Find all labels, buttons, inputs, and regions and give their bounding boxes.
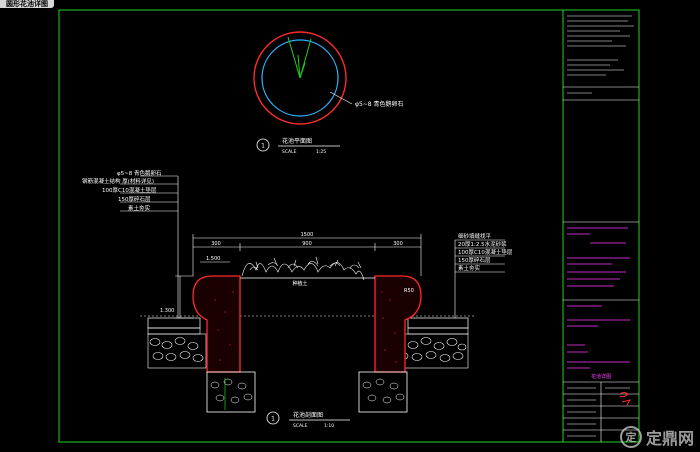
plan-scale-label: SCALE xyxy=(282,149,297,155)
dim-h1: 1.500 xyxy=(206,256,220,262)
right-note-5: 素土夯实 xyxy=(458,264,481,272)
plants xyxy=(241,256,365,281)
radius-label: R50 xyxy=(404,288,414,294)
section-title-number: 1 xyxy=(271,416,275,423)
left-note-4: 150厚碎石层 xyxy=(118,195,151,203)
watermark-text: 定鼎网 xyxy=(645,429,694,448)
section-title: 花池剖面图 xyxy=(293,411,323,419)
section-scale: 1:10 xyxy=(324,423,334,429)
left-note-3: 100厚C10混凝土垫层 xyxy=(102,186,157,194)
title-block-magenta-notes xyxy=(567,227,630,369)
dim-total: 1500 xyxy=(301,232,314,238)
right-note-4: 150厚碎石层 xyxy=(458,256,491,264)
plan-title: 花池平面图 xyxy=(282,137,312,145)
signature-stamp xyxy=(619,392,632,406)
section-scale-label: SCALE xyxy=(293,423,308,429)
left-note-1: φ5~8 青色鹅卵石 xyxy=(117,169,162,177)
outer-frame xyxy=(58,9,640,443)
soil-label: 种植土 xyxy=(292,280,307,287)
cad-drawing: 花池详图 φ5~8 青色鹅卵石 1 花池平面图 SCALE 1:25 种植土 R… xyxy=(58,9,640,443)
plan-view xyxy=(253,31,353,125)
dim-left: 300 xyxy=(211,241,221,247)
right-wall xyxy=(374,275,422,373)
cad-viewport[interactable]: 圆形花池详图 花池详图 φ5~8 青色鹅卵石 1 花池平面图 SCALE 1:2… xyxy=(0,0,700,452)
left-notes: φ5~8 青色鹅卵石 钢筋混凝土结构 厚(材料详见) 100厚C10混凝土垫层 … xyxy=(82,169,162,212)
plan-note: φ5~8 青色鹅卵石 xyxy=(355,100,404,108)
zhulong-logo-icon: 定 xyxy=(619,426,642,448)
right-footing xyxy=(358,371,408,413)
left-footing xyxy=(206,371,256,413)
right-note-2: 20厚1:2.5水泥砂浆 xyxy=(458,240,507,248)
plan-title-number: 1 xyxy=(261,143,265,150)
right-note-3: 100厚C10混凝土垫层 xyxy=(458,248,513,256)
plan-scale: 1:25 xyxy=(316,149,326,155)
dim-mid: 900 xyxy=(302,241,312,247)
left-note-5: 素土夯实 xyxy=(128,204,151,212)
right-notes: 细砂填缝找平 20厚1:2.5水泥砂浆 100厚C10混凝土垫层 150厚碎石层… xyxy=(458,232,513,272)
right-note-1: 细砂填缝找平 xyxy=(458,232,492,240)
title-block-sheet: 花池详图 xyxy=(591,373,611,380)
watermark: 定 定鼎网 xyxy=(619,425,694,449)
dim-right: 300 xyxy=(393,241,403,247)
title-block-notes xyxy=(567,15,634,94)
dim-h2: 1.300 xyxy=(160,308,174,314)
gravel-left xyxy=(149,337,204,362)
left-note-2: 钢筋混凝土结构 厚(材料详见) xyxy=(82,177,154,185)
